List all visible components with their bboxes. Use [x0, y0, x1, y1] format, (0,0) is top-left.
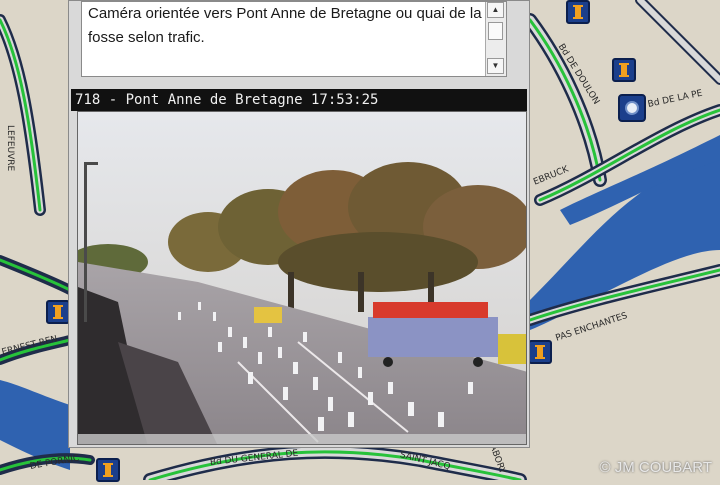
camera-description: Caméra orientée vers Pont Anne de Bretag… [88, 5, 482, 46]
description-box: Caméra orientée vers Pont Anne de Bretag… [81, 1, 507, 77]
camera-marker-icon[interactable] [96, 458, 120, 482]
camera-marker-icon[interactable] [46, 300, 70, 324]
webcam-image [77, 111, 527, 445]
scroll-up-button[interactable]: ▲ [487, 2, 504, 18]
camera-marker-icon[interactable] [566, 0, 590, 24]
camera-marker-icon[interactable] [528, 340, 552, 364]
camera-popup: Caméra orientée vers Pont Anne de Bretag… [68, 0, 530, 448]
webcam-scene [78, 112, 526, 444]
watermark-credit: © JM COUBART [599, 459, 712, 476]
street-label-lefeuvre: LEFEUVRE [5, 125, 15, 172]
description-scrollbar[interactable]: ▲ ▼ [485, 2, 506, 76]
scroll-thumb[interactable] [488, 22, 503, 40]
camera-marker-icon[interactable] [612, 58, 636, 82]
scroll-down-button[interactable]: ▼ [487, 58, 504, 74]
info-marker-icon[interactable] [618, 94, 646, 122]
camera-caption: 718 - Pont Anne de Bretagne 17:53:25 [71, 89, 527, 111]
